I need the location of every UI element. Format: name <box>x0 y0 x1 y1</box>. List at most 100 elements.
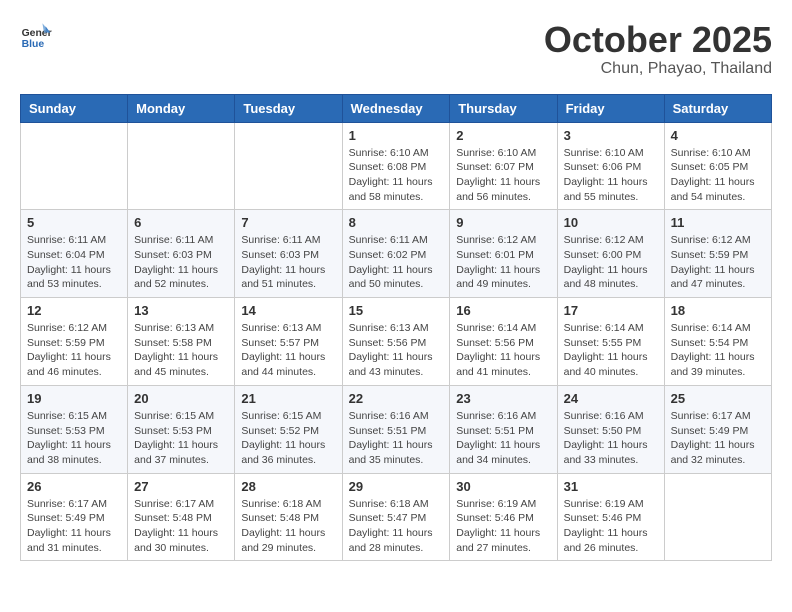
day-info: Sunrise: 6:15 AM Sunset: 5:52 PM Dayligh… <box>241 409 335 468</box>
day-number: 27 <box>134 479 228 494</box>
day-info: Sunrise: 6:15 AM Sunset: 5:53 PM Dayligh… <box>134 409 228 468</box>
day-info: Sunrise: 6:10 AM Sunset: 6:06 PM Dayligh… <box>564 146 658 205</box>
calendar-cell: 21Sunrise: 6:15 AM Sunset: 5:52 PM Dayli… <box>235 385 342 473</box>
day-info: Sunrise: 6:10 AM Sunset: 6:08 PM Dayligh… <box>349 146 444 205</box>
day-number: 20 <box>134 391 228 406</box>
calendar-cell: 29 Sunrise: 6:18 AM Sunset: 5:47 PM Dayli… <box>342 473 450 561</box>
weekday-header-sunday: Sunday <box>21 94 128 122</box>
calendar-cell: 18 Sunrise: 6:14 AM Sunset: 5:54 PM Dayli… <box>664 298 771 386</box>
day-info: Sunrise: 6:15 AM Sunset: 5:53 PM Dayligh… <box>27 409 121 468</box>
day-info: Sunrise: 6:13 AM Sunset: 5:57 PM Dayligh… <box>241 321 335 380</box>
day-number: 8 <box>349 215 444 230</box>
calendar-cell: 7 Sunrise: 6:11 AM Sunset: 6:03 PM Daylig… <box>235 210 342 298</box>
day-number: 17 <box>564 303 658 318</box>
calendar-week-5: 26Sunrise: 6:17 AM Sunset: 5:49 PM Dayli… <box>21 473 772 561</box>
calendar-cell: 1 Sunrise: 6:10 AM Sunset: 6:08 PM Daylig… <box>342 122 450 210</box>
day-info: Sunrise: 6:10 AM Sunset: 6:07 PM Dayligh… <box>456 146 550 205</box>
day-info: Sunrise: 6:14 AM Sunset: 5:55 PM Dayligh… <box>564 321 658 380</box>
calendar-cell: 24 Sunrise: 6:16 AM Sunset: 5:50 PM Dayli… <box>557 385 664 473</box>
weekday-header-row: SundayMondayTuesdayWednesdayThursdayFrid… <box>21 94 772 122</box>
page-header: General Blue October 2025 Chun, Phayao, … <box>20 20 772 78</box>
day-number: 19 <box>27 391 121 406</box>
calendar-cell: 2 Sunrise: 6:10 AM Sunset: 6:07 PM Daylig… <box>450 122 557 210</box>
calendar-cell: 13Sunrise: 6:13 AM Sunset: 5:58 PM Dayli… <box>128 298 235 386</box>
day-info: Sunrise: 6:12 AM Sunset: 5:59 PM Dayligh… <box>27 321 121 380</box>
calendar-cell: 17 Sunrise: 6:14 AM Sunset: 5:55 PM Dayli… <box>557 298 664 386</box>
day-number: 14 <box>241 303 335 318</box>
day-info: Sunrise: 6:19 AM Sunset: 5:46 PM Dayligh… <box>564 497 658 556</box>
calendar-cell <box>664 473 771 561</box>
calendar-cell <box>235 122 342 210</box>
weekday-header-thursday: Thursday <box>450 94 557 122</box>
calendar-cell: 30 Sunrise: 6:19 AM Sunset: 5:46 PM Dayli… <box>450 473 557 561</box>
calendar-cell <box>128 122 235 210</box>
calendar-cell: 4 Sunrise: 6:10 AM Sunset: 6:05 PM Daylig… <box>664 122 771 210</box>
calendar-cell: 6Sunrise: 6:11 AM Sunset: 6:03 PM Daylig… <box>128 210 235 298</box>
day-number: 7 <box>241 215 335 230</box>
weekday-header-saturday: Saturday <box>664 94 771 122</box>
day-info: Sunrise: 6:10 AM Sunset: 6:05 PM Dayligh… <box>671 146 765 205</box>
calendar-table: SundayMondayTuesdayWednesdayThursdayFrid… <box>20 94 772 562</box>
day-number: 15 <box>349 303 444 318</box>
calendar-week-4: 19 Sunrise: 6:15 AM Sunset: 5:53 PM Dayli… <box>21 385 772 473</box>
calendar-cell: 11 Sunrise: 6:12 AM Sunset: 5:59 PM Dayli… <box>664 210 771 298</box>
day-info: Sunrise: 6:16 AM Sunset: 5:50 PM Dayligh… <box>564 409 658 468</box>
calendar-cell: 14 Sunrise: 6:13 AM Sunset: 5:57 PM Dayli… <box>235 298 342 386</box>
day-number: 5 <box>27 215 121 230</box>
day-number: 4 <box>671 128 765 143</box>
calendar-cell: 12 Sunrise: 6:12 AM Sunset: 5:59 PM Dayli… <box>21 298 128 386</box>
weekday-header-monday: Monday <box>128 94 235 122</box>
calendar-week-1: 1 Sunrise: 6:10 AM Sunset: 6:08 PM Daylig… <box>21 122 772 210</box>
calendar-cell: 9Sunrise: 6:12 AM Sunset: 6:01 PM Daylig… <box>450 210 557 298</box>
day-number: 16 <box>456 303 550 318</box>
day-info: Sunrise: 6:12 AM Sunset: 6:00 PM Dayligh… <box>564 233 658 292</box>
day-number: 29 <box>349 479 444 494</box>
day-number: 9 <box>456 215 550 230</box>
day-info: Sunrise: 6:14 AM Sunset: 5:54 PM Dayligh… <box>671 321 765 380</box>
day-number: 23 <box>456 391 550 406</box>
day-number: 26 <box>27 479 121 494</box>
day-info: Sunrise: 6:19 AM Sunset: 5:46 PM Dayligh… <box>456 497 550 556</box>
day-number: 22 <box>349 391 444 406</box>
calendar-cell: 22Sunrise: 6:16 AM Sunset: 5:51 PM Dayli… <box>342 385 450 473</box>
calendar-cell: 26Sunrise: 6:17 AM Sunset: 5:49 PM Dayli… <box>21 473 128 561</box>
calendar-cell: 31 Sunrise: 6:19 AM Sunset: 5:46 PM Dayli… <box>557 473 664 561</box>
calendar-week-2: 5 Sunrise: 6:11 AM Sunset: 6:04 PM Daylig… <box>21 210 772 298</box>
day-number: 30 <box>456 479 550 494</box>
logo-icon: General Blue <box>20 20 52 52</box>
calendar-cell: 3 Sunrise: 6:10 AM Sunset: 6:06 PM Daylig… <box>557 122 664 210</box>
calendar-cell <box>21 122 128 210</box>
day-info: Sunrise: 6:11 AM Sunset: 6:04 PM Dayligh… <box>27 233 121 292</box>
day-info: Sunrise: 6:17 AM Sunset: 5:48 PM Dayligh… <box>134 497 228 556</box>
day-info: Sunrise: 6:16 AM Sunset: 5:51 PM Dayligh… <box>456 409 550 468</box>
day-info: Sunrise: 6:11 AM Sunset: 6:03 PM Dayligh… <box>241 233 335 292</box>
day-number: 12 <box>27 303 121 318</box>
day-info: Sunrise: 6:17 AM Sunset: 5:49 PM Dayligh… <box>671 409 765 468</box>
day-number: 6 <box>134 215 228 230</box>
day-info: Sunrise: 6:18 AM Sunset: 5:47 PM Dayligh… <box>349 497 444 556</box>
title-block: October 2025 Chun, Phayao, Thailand <box>544 20 772 78</box>
calendar-cell: 23 Sunrise: 6:16 AM Sunset: 5:51 PM Dayli… <box>450 385 557 473</box>
calendar-cell: 8 Sunrise: 6:11 AM Sunset: 6:02 PM Daylig… <box>342 210 450 298</box>
day-number: 31 <box>564 479 658 494</box>
day-info: Sunrise: 6:13 AM Sunset: 5:58 PM Dayligh… <box>134 321 228 380</box>
day-number: 10 <box>564 215 658 230</box>
day-info: Sunrise: 6:18 AM Sunset: 5:48 PM Dayligh… <box>241 497 335 556</box>
day-info: Sunrise: 6:12 AM Sunset: 5:59 PM Dayligh… <box>671 233 765 292</box>
day-info: Sunrise: 6:11 AM Sunset: 6:02 PM Dayligh… <box>349 233 444 292</box>
calendar-cell: 16 Sunrise: 6:14 AM Sunset: 5:56 PM Dayli… <box>450 298 557 386</box>
day-number: 24 <box>564 391 658 406</box>
day-number: 1 <box>349 128 444 143</box>
calendar-week-3: 12 Sunrise: 6:12 AM Sunset: 5:59 PM Dayli… <box>21 298 772 386</box>
day-info: Sunrise: 6:14 AM Sunset: 5:56 PM Dayligh… <box>456 321 550 380</box>
svg-text:Blue: Blue <box>22 39 45 50</box>
calendar-cell: 27 Sunrise: 6:17 AM Sunset: 5:48 PM Dayli… <box>128 473 235 561</box>
weekday-header-friday: Friday <box>557 94 664 122</box>
calendar-cell: 5 Sunrise: 6:11 AM Sunset: 6:04 PM Daylig… <box>21 210 128 298</box>
day-number: 18 <box>671 303 765 318</box>
calendar-cell: 15Sunrise: 6:13 AM Sunset: 5:56 PM Dayli… <box>342 298 450 386</box>
day-number: 3 <box>564 128 658 143</box>
day-number: 2 <box>456 128 550 143</box>
calendar-cell: 25Sunrise: 6:17 AM Sunset: 5:49 PM Dayli… <box>664 385 771 473</box>
day-number: 11 <box>671 215 765 230</box>
